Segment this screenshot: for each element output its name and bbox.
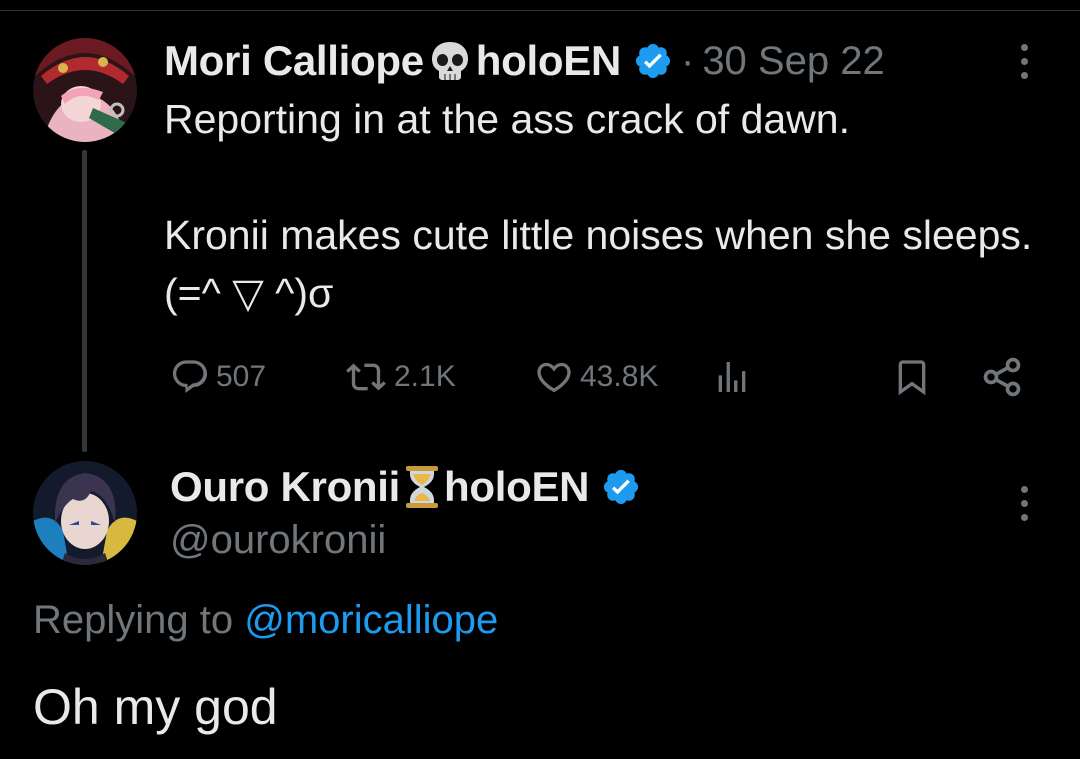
skull-icon bbox=[428, 39, 472, 83]
avatar-mori-calliope[interactable] bbox=[33, 38, 137, 142]
verified-badge-icon bbox=[601, 467, 641, 507]
reply-display-name[interactable]: Ouro Kronii bbox=[170, 463, 400, 511]
reply-tweet-header: Ouro Kronii holoEN bbox=[170, 462, 641, 512]
replying-to-line: Replying to @moricalliope bbox=[33, 598, 498, 643]
tweet-text-line: Kronii makes cute little noises when she… bbox=[164, 212, 1033, 316]
thread-connector-line bbox=[82, 150, 87, 452]
like-button[interactable]: 43.8K bbox=[534, 352, 658, 402]
bookmark-button[interactable] bbox=[892, 352, 932, 402]
hourglass-icon bbox=[404, 464, 440, 510]
reply-more-options-icon[interactable] bbox=[1021, 486, 1028, 521]
avatar-ouro-kronii[interactable] bbox=[33, 461, 137, 565]
analytics-icon bbox=[718, 362, 746, 392]
verified-badge-icon bbox=[633, 41, 673, 81]
parent-display-name[interactable]: Mori Calliope bbox=[164, 37, 424, 85]
retweet-icon bbox=[346, 363, 386, 391]
retweet-button[interactable]: 2.1K bbox=[344, 352, 456, 402]
tweet-separator: · bbox=[680, 38, 695, 83]
heart-icon bbox=[537, 362, 571, 393]
share-button[interactable] bbox=[980, 352, 1024, 402]
view-stats-button[interactable] bbox=[712, 352, 752, 402]
retweet-count: 2.1K bbox=[394, 360, 456, 393]
bookmark-icon bbox=[898, 360, 926, 396]
like-count: 43.8K bbox=[580, 360, 659, 393]
reply-count: 507 bbox=[216, 360, 267, 393]
tweet-date[interactable]: 30 Sep 22 bbox=[702, 39, 884, 84]
replying-to-label: Replying to bbox=[33, 598, 234, 642]
parent-name-suffix: holoEN bbox=[475, 37, 621, 84]
reply-handle[interactable]: @ourokronii bbox=[170, 518, 386, 563]
replying-to-mention-link[interactable]: @moricalliope bbox=[244, 598, 498, 642]
reply-icon bbox=[172, 360, 208, 393]
share-icon bbox=[983, 357, 1021, 397]
tweet-action-bar: 507 2.1K 43.8K bbox=[164, 352, 1034, 402]
parent-tweet-header: Mori Calliope holoEN · 30 Sep 22 bbox=[164, 36, 885, 86]
parent-tweet-text: Reporting in at the ass crack of dawn. K… bbox=[164, 90, 1044, 322]
reply-tweet-text: Oh my god bbox=[33, 679, 278, 735]
top-divider bbox=[0, 10, 1080, 11]
tweet-text-line: Reporting in at the ass crack of dawn. bbox=[164, 96, 850, 142]
reply-button[interactable]: 507 bbox=[170, 352, 266, 402]
reply-name-suffix: holoEN bbox=[444, 463, 590, 510]
parent-more-options-icon[interactable] bbox=[1021, 44, 1028, 79]
